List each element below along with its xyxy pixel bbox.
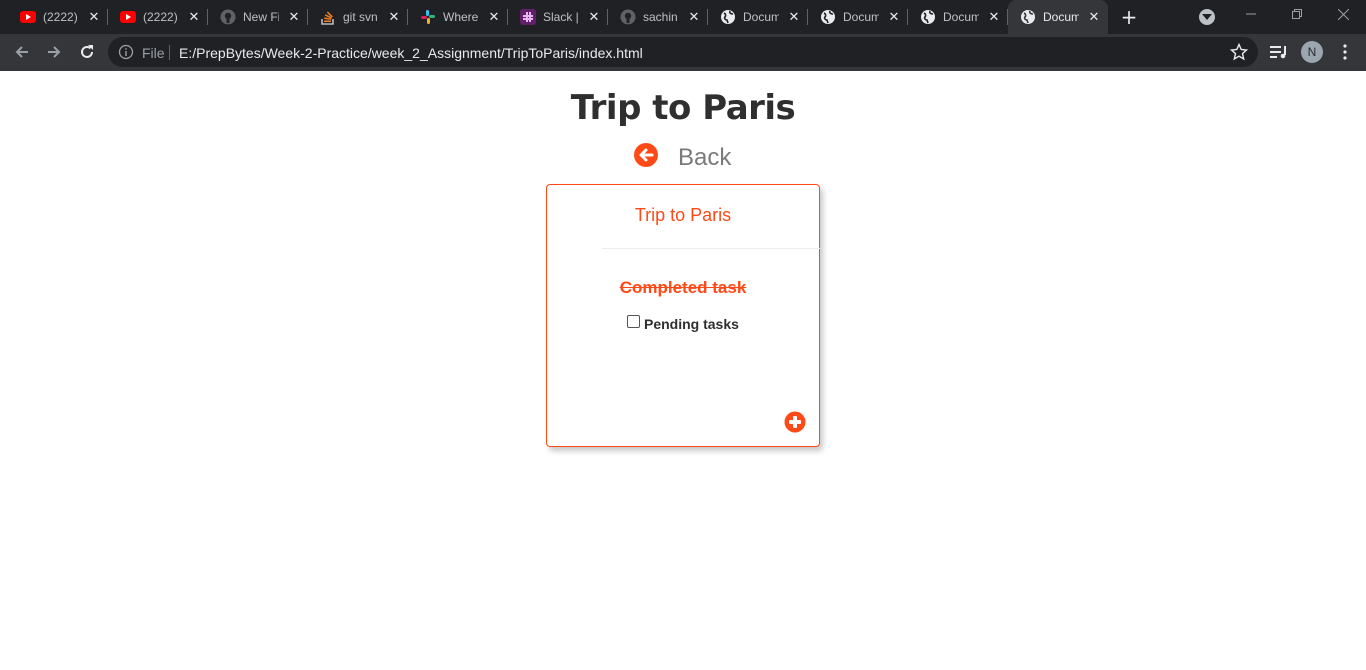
tab-title: sachin (643, 10, 678, 24)
github-icon (620, 9, 636, 25)
browser-tab[interactable]: git svn ✕ (308, 0, 408, 34)
task-card: Trip to Paris Completed task Pending tas… (546, 184, 820, 447)
close-tab-icon[interactable]: ✕ (386, 9, 402, 25)
card-divider (602, 248, 820, 249)
github-icon (220, 9, 236, 25)
close-tab-icon[interactable]: ✕ (286, 9, 302, 25)
close-tab-icon[interactable]: ✕ (986, 9, 1002, 25)
card-title: Trip to Paris (634, 205, 732, 225)
tab-title: Docum (943, 10, 979, 24)
forward-arrow-icon[interactable] (42, 40, 66, 64)
tab-title: New Fi (243, 10, 279, 24)
globe-icon (920, 9, 936, 25)
reload-icon[interactable] (75, 40, 99, 64)
back-label[interactable]: Back (678, 144, 731, 172)
minimize-icon[interactable] (1241, 4, 1261, 24)
stackoverflow-icon (320, 9, 336, 25)
url-scheme-label: File (142, 45, 165, 61)
browser-tab[interactable]: Docum ✕ (908, 0, 1008, 34)
browser-tab[interactable]: (2222) ✕ (8, 0, 108, 34)
address-bar[interactable]: File E:/PrepBytes/Week-2-Practice/week_2… (108, 37, 1258, 67)
tab-title: (2222) (143, 10, 178, 24)
close-tab-icon[interactable]: ✕ (886, 9, 902, 25)
close-tab-icon[interactable]: ✕ (86, 9, 102, 25)
tab-title: Slack | (543, 10, 579, 24)
slack-icon (420, 9, 436, 25)
browser-tab[interactable]: Where ✕ (408, 0, 508, 34)
slack-app-icon (520, 9, 536, 25)
back-arrow-icon[interactable] (10, 40, 34, 64)
tab-title: Docum (1043, 10, 1079, 24)
close-tab-icon[interactable]: ✕ (1086, 9, 1102, 25)
browser-tab[interactable]: Docum ✕ (808, 0, 908, 34)
browser-tab-active[interactable]: Docum ✕ (1008, 0, 1108, 34)
browser-tab[interactable]: Slack | ✕ (508, 0, 608, 34)
tab-title: Docum (743, 10, 779, 24)
close-tab-icon[interactable]: ✕ (586, 9, 602, 25)
tab-strip: (2222) ✕ (2222) ✕ New Fi ✕ git svn ✕ Whe… (0, 0, 1366, 34)
tab-title: (2222) (43, 10, 78, 24)
tab-title: Where (443, 10, 479, 24)
tab-search-icon[interactable] (1199, 9, 1215, 25)
close-tab-icon[interactable]: ✕ (686, 9, 702, 25)
close-tab-icon[interactable]: ✕ (186, 9, 202, 25)
tab-title: Docum (843, 10, 879, 24)
restore-icon[interactable] (1287, 4, 1307, 24)
close-tab-icon[interactable]: ✕ (786, 9, 802, 25)
youtube-icon (120, 9, 136, 25)
add-task-plus-icon[interactable] (784, 411, 806, 433)
globe-icon (820, 9, 836, 25)
profile-avatar[interactable]: N (1301, 41, 1323, 63)
close-tab-icon[interactable]: ✕ (486, 9, 502, 25)
browser-tab[interactable]: sachin ✕ (608, 0, 708, 34)
new-tab-button[interactable]: + (1118, 5, 1140, 29)
browser-tab[interactable]: New Fi ✕ (208, 0, 308, 34)
bookmark-star-icon[interactable] (1229, 42, 1249, 61)
url-divider (169, 45, 170, 60)
close-window-icon[interactable] (1333, 4, 1353, 24)
media-queue-icon[interactable] (1269, 42, 1289, 62)
page-title: Trip to Paris (570, 88, 796, 128)
more-menu-icon[interactable] (1335, 42, 1355, 62)
youtube-icon (20, 9, 36, 25)
globe-icon (720, 9, 736, 25)
browser-toolbar: File E:/PrepBytes/Week-2-Practice/week_2… (0, 34, 1366, 71)
pending-task-checkbox[interactable] (627, 315, 640, 328)
arrow-circle-left-icon[interactable] (634, 143, 658, 167)
url-text[interactable]: E:/PrepBytes/Week-2-Practice/week_2_Assi… (179, 45, 643, 61)
browser-tab[interactable]: (2222) ✕ (108, 0, 208, 34)
pending-task-label[interactable]: Pending tasks (644, 316, 739, 332)
tab-title: git svn (343, 10, 378, 24)
completed-task-label: Completed task (619, 278, 747, 297)
info-icon[interactable] (118, 44, 134, 60)
globe-icon (1020, 9, 1036, 25)
browser-tab[interactable]: Docum ✕ (708, 0, 808, 34)
